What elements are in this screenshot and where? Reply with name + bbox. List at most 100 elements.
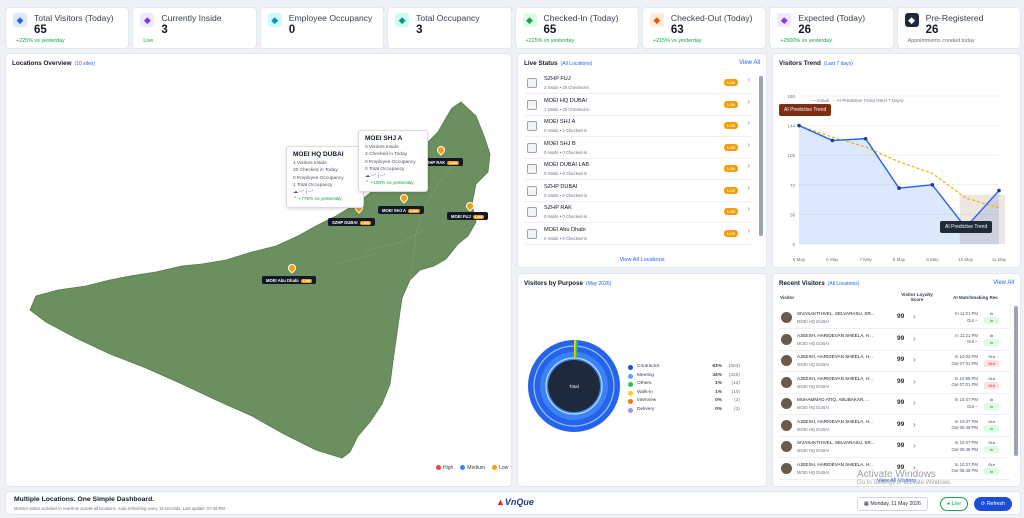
marker-label-moei-fuj[interactable]: MOEI FUJ Low xyxy=(447,212,489,220)
chevron-right-icon[interactable]: › xyxy=(913,420,916,429)
chevron-right-icon[interactable]: › xyxy=(913,312,916,321)
recent-visitor-row[interactable]: SIVASAKTHIVEL, SELVARASU, SR... MOEI HQ D… xyxy=(779,437,1010,458)
recent-visitor-row[interactable]: AJEESH, HARIDEVAN SHEELA, H... MOEI HQ DU… xyxy=(779,373,1010,394)
kpi-card-6[interactable]: ◆ Expected (Today) 26 +2500% vs yesterday xyxy=(769,7,894,49)
chevron-right-icon[interactable]: › xyxy=(748,228,750,235)
location-stats: 0 Inside • 0 Checked-in xyxy=(544,149,588,155)
visitor-name: AJEESH, HARIDEVAN SHEELA, H... xyxy=(797,461,873,467)
live-scrollbar[interactable] xyxy=(759,76,763,236)
recent-scrollbar[interactable] xyxy=(1014,306,1018,456)
purpose-legend-item: Walk-in 1% (10) xyxy=(628,390,740,398)
footer-title: Multiple Locations. One Simple Dashboard… xyxy=(14,496,155,503)
chevron-right-icon[interactable]: › xyxy=(913,377,916,386)
refresh-icon: ⟳ xyxy=(981,501,986,507)
svg-text:Total: Total xyxy=(569,384,579,389)
live-row[interactable]: SZHP DUBAI 0 Inside • 0 Checked-in Low › xyxy=(524,181,752,202)
kpi-card-5[interactable]: ◆ Checked-Out (Today) 63 +215% vs yesterday xyxy=(641,7,767,49)
recent-view-all-link[interactable]: View All xyxy=(993,280,1014,286)
marker-label-moei-abu-dhabi[interactable]: MOEI Abu Dhabi Low xyxy=(262,276,317,284)
live-row[interactable]: MOEI HQ DUBAI 1 Inside • 20 Checked-in Low… xyxy=(524,95,752,116)
map-legend: High Medium Low xyxy=(436,465,508,471)
y-tick-label: 36 xyxy=(790,212,796,217)
occupancy-badge: Low xyxy=(723,165,738,172)
chevron-right-icon[interactable]: › xyxy=(748,99,750,106)
locations-panel: Locations Overview (10 sites) SZHP DUBAI L… xyxy=(5,53,512,487)
view-all-locations-link[interactable]: View All Locations xyxy=(518,257,766,263)
x-tick-label: 8 May xyxy=(893,257,906,262)
chevron-right-icon[interactable]: › xyxy=(748,163,750,170)
status-badge: Out Out xyxy=(984,354,999,367)
chevron-right-icon[interactable]: › xyxy=(913,355,916,364)
avatar xyxy=(781,376,792,388)
occupancy-badge: Low xyxy=(723,122,738,129)
location-stats: 0 Inside • 0 Checked-in xyxy=(544,192,588,198)
kpi-label: Checked-In (Today) xyxy=(543,13,619,23)
status-badge: Out In xyxy=(984,419,999,432)
live-row[interactable]: SZHP RAK 0 Inside • 0 Checked-in Low › xyxy=(524,202,752,223)
chevron-right-icon[interactable]: › xyxy=(748,120,750,127)
y-tick-label: 180 xyxy=(787,94,795,99)
chevron-right-icon[interactable]: › xyxy=(913,441,916,450)
purpose-donut[interactable]: Total xyxy=(524,336,624,436)
recent-visitor-row[interactable]: AJEESH, HARIDEVAN SHEELA, H... MOEI HQ DU… xyxy=(779,416,1010,437)
visitor-location: MOEI HQ DUBAI xyxy=(797,469,830,475)
live-row[interactable]: MOEI SHJ A 0 Inside • 2 Checked-in Low › xyxy=(524,116,752,137)
live-row[interactable]: MOEI SHJ B 0 Inside • 0 Checked-in Low › xyxy=(524,138,752,159)
avatar xyxy=(781,441,792,452)
recent-visitor-row[interactable]: AJEESH, HARIDEVAN SHEELA, H... MOEI HQ DU… xyxy=(779,351,1010,372)
trend-chart[interactable]: 0 36 72 108 144 180 5 May 6 May 7 May 8 May 9 May 1… xyxy=(773,54,1021,268)
occupancy-badge: Low xyxy=(723,186,738,194)
avatar xyxy=(781,419,792,431)
visitor-location: MOEI HQ DUBAI xyxy=(797,405,830,410)
chevron-right-icon[interactable]: › xyxy=(748,206,750,213)
recent-visitor-row[interactable]: MUHAMMAD ATIQ, ABUBAKAR, ... MOEI HQ DUBA… xyxy=(779,394,1010,415)
location-stats: 0 Inside • 0 Checked-in xyxy=(544,171,588,176)
live-view-all-link[interactable]: View All xyxy=(739,60,760,66)
x-tick-label: 7 May xyxy=(860,257,873,262)
kpi-subtext: +225% vs yesterday xyxy=(16,38,65,44)
avatar xyxy=(781,312,792,323)
chevron-right-icon[interactable]: › xyxy=(913,334,916,343)
visitor-location: MOEI HQ DUBAI xyxy=(797,340,830,346)
chevron-right-icon[interactable]: › xyxy=(913,398,916,407)
date-picker[interactable]: ▦ Monday, 11 May 2026 xyxy=(857,497,928,511)
visitor-name: AJEESH, HARIDEVAN SHEELA, H... xyxy=(797,332,873,338)
kpi-value: 63 xyxy=(670,24,684,36)
visit-times: In 10:47 PM Out -- xyxy=(954,397,978,409)
avatar xyxy=(781,355,792,366)
status-badge: In In xyxy=(984,333,999,346)
loyalty-score: 99 xyxy=(897,356,905,363)
checkout-icon: ◆ xyxy=(649,13,664,27)
recent-visitor-row[interactable]: AJEESH, HARIDEVAN SHEELA, H... MOEI HQ DU… xyxy=(779,330,1010,351)
chevron-right-icon[interactable]: › xyxy=(748,142,750,149)
chevron-right-icon[interactable]: › xyxy=(748,185,750,192)
kpi-card-7[interactable]: ◆ Pre-Registered 26 Appointments created to… xyxy=(896,7,1021,49)
purpose-legend-item: Interview 0% (2) xyxy=(628,398,740,406)
live-toggle[interactable]: ● Live xyxy=(940,497,969,511)
kpi-card-2[interactable]: ◆ Employee Occupancy 0 xyxy=(259,7,385,49)
recent-visitor-row[interactable]: SIVASAKTHIVEL, SELVARASU, SR... MOEI HQ D… xyxy=(779,308,1010,329)
actual-point xyxy=(897,186,901,190)
kpi-card-0[interactable]: ◆ Total Visitors (Today) 65 +225% vs yester… xyxy=(5,7,130,49)
kpi-subtext: Appointments created today xyxy=(907,38,975,44)
live-row[interactable]: MOEI DUBAI LAB 0 Inside • 0 Checked-in Low… xyxy=(524,159,752,180)
marker-label-moei-shj-a[interactable]: MOEI SHJ A Low xyxy=(378,206,424,214)
kpi-subtext: Live xyxy=(143,38,154,44)
occupancy-badge: Low xyxy=(723,79,738,86)
chevron-right-icon[interactable]: › xyxy=(748,77,750,84)
marker-label-szhp-dubai[interactable]: SZHP DUBAI Low xyxy=(328,218,376,226)
calendar-icon: ▦ xyxy=(864,501,869,507)
purpose-legend-item: Delivery 0% (2) xyxy=(628,407,740,415)
trend-up-icon: ⌃ xyxy=(293,197,298,203)
id-card-icon: ◆ xyxy=(904,13,919,27)
trend-legend: — Actual - - AI Predictive Trend (Next 7… xyxy=(811,98,904,103)
live-row[interactable]: MOEI Abu Dhabi 0 Inside • 0 Checked-in Low… xyxy=(524,224,752,245)
refresh-button[interactable]: ⟳ Refresh xyxy=(974,497,1012,511)
kpi-card-3[interactable]: ◆ Total Occupancy 3 xyxy=(387,7,512,49)
uae-map[interactable] xyxy=(6,54,512,487)
recent-panel: Recent Visitors (All Locations) View All … xyxy=(772,273,1021,487)
actual-point xyxy=(863,136,868,141)
kpi-card-4[interactable]: ◆ Checked-In (Today) 65 +225% vs yesterday xyxy=(514,7,639,49)
kpi-card-1[interactable]: ◆ Currently Inside 3 Live xyxy=(132,7,257,49)
live-row[interactable]: SZHP FUJ 2 Inside • 28 Checked-in Low › xyxy=(524,73,752,94)
